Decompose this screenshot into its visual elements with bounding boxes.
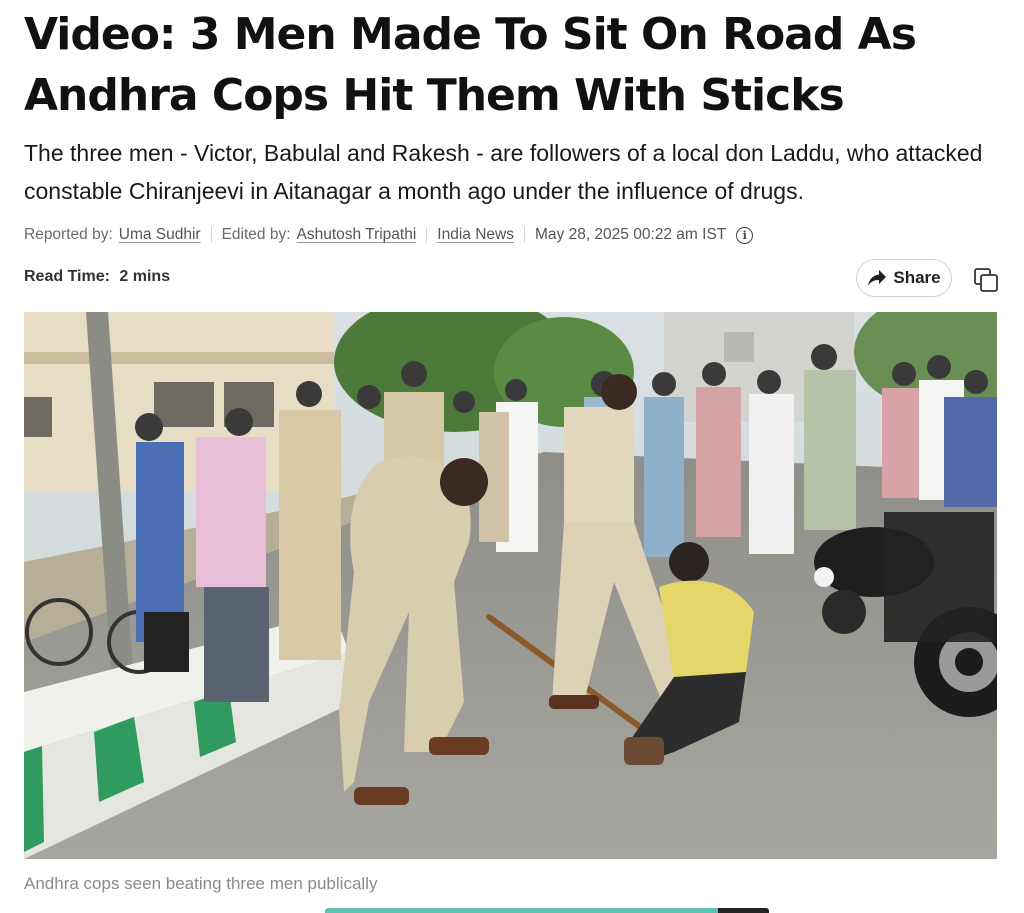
byline: Reported by: Uma Sudhir Edited by: Ashut…: [24, 223, 754, 247]
editor-link[interactable]: Ashutosh Tripathi: [297, 226, 417, 244]
reporter-link[interactable]: Uma Sudhir: [119, 226, 201, 244]
progress-accent: [325, 908, 718, 913]
street-scene-image: [24, 312, 997, 859]
section-link[interactable]: India News: [437, 226, 514, 244]
article-photo: [24, 312, 997, 859]
image-caption: Andhra cops seen beating three men publi…: [24, 874, 378, 893]
share-button[interactable]: Share: [856, 259, 952, 297]
article-headline: Video: 3 Men Made To Sit On Road As Andh…: [24, 9, 917, 121]
copy-icon[interactable]: [972, 266, 1000, 294]
share-label: Share: [893, 268, 941, 287]
read-time: Read Time: 2 mins: [24, 268, 170, 286]
publish-timestamp: May 28, 2025 00:22 am IST: [534, 226, 727, 243]
divider: [210, 227, 212, 243]
info-icon[interactable]: i: [736, 226, 754, 244]
bottom-progress-bar: [325, 908, 769, 913]
share-arrow-icon: [868, 270, 887, 286]
divider: [426, 227, 428, 243]
article-summary: The three men - Victor, Babulal and Rake…: [24, 140, 983, 204]
reported-by-label: Reported by:: [24, 226, 113, 243]
read-time-label: Read Time:: [24, 268, 110, 285]
progress-dark: [718, 908, 769, 913]
edited-by-label: Edited by:: [221, 226, 291, 243]
divider: [523, 227, 525, 243]
read-time-value: 2 mins: [119, 268, 171, 285]
